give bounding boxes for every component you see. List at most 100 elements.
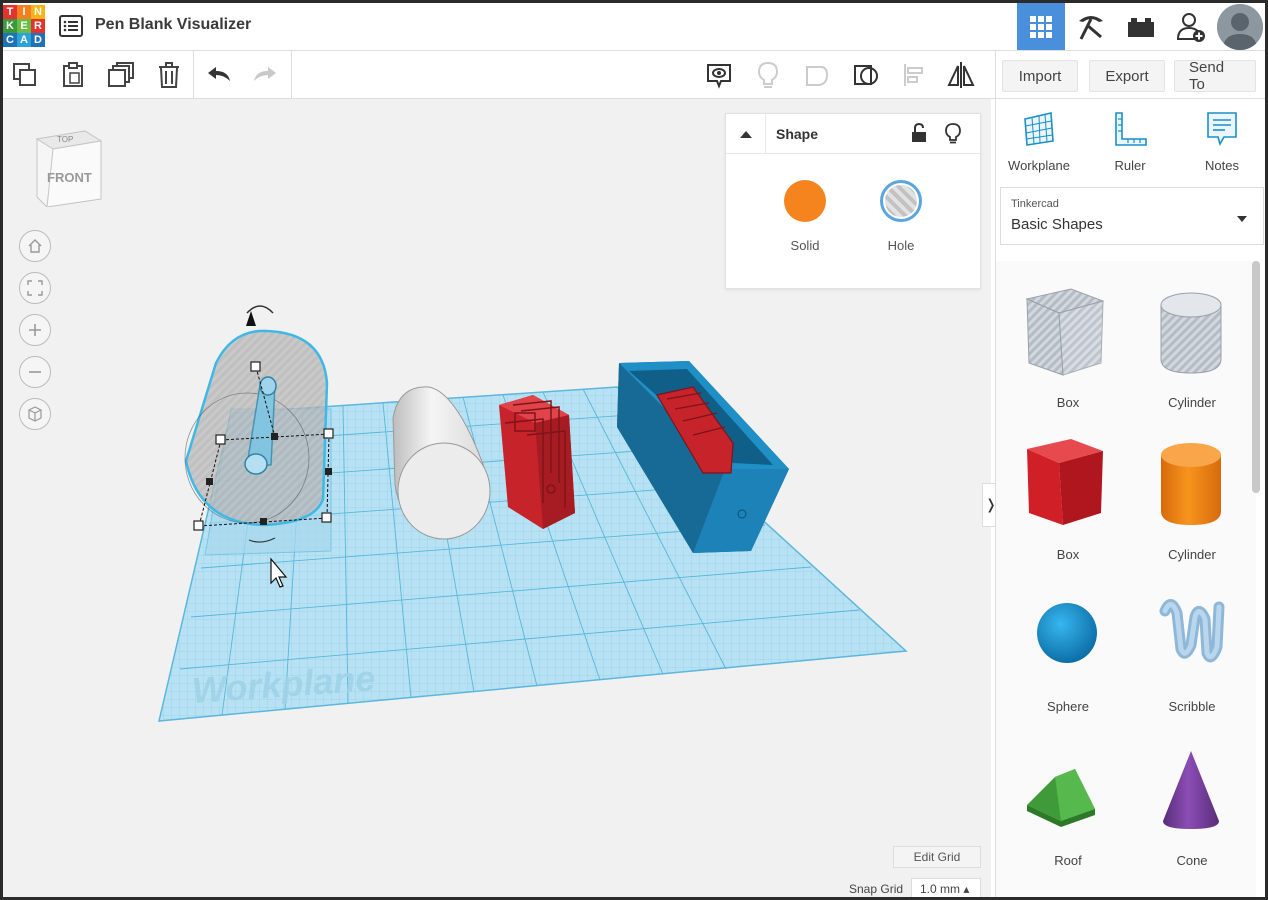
send-to-button[interactable]: Send To	[1174, 59, 1256, 93]
inspector-header: Shape	[726, 114, 980, 154]
paste-icon[interactable]	[57, 59, 89, 91]
ruler-icon	[1115, 112, 1147, 146]
shape-cylinder[interactable]: Cylinder	[1137, 431, 1247, 571]
panel-scrollbar[interactable]	[1252, 261, 1260, 493]
delete-icon[interactable]	[153, 59, 185, 91]
home-view-button[interactable]	[19, 230, 51, 262]
top-bar: T I N K E R C A D Pen Blank Visualizer	[3, 3, 1265, 51]
hole-swatch[interactable]	[880, 180, 922, 222]
edit-grid-button[interactable]: Edit Grid	[893, 846, 981, 868]
shape-label: Scribble	[1168, 699, 1216, 714]
fit-view-button[interactable]	[19, 272, 51, 304]
shapes-grid: Box Cylinder Box Cylinder Sphere Scribbl…	[996, 261, 1256, 897]
projection-button[interactable]	[19, 398, 51, 430]
add-user-icon[interactable]	[1167, 3, 1215, 50]
notes-label: Notes	[1205, 158, 1239, 173]
shape-library-select[interactable]: Tinkercad Basic Shapes	[1000, 187, 1264, 245]
edit-toolbar: Import Export Send To	[3, 51, 1265, 99]
cube-icon	[28, 406, 42, 422]
hole-option[interactable]: Hole	[866, 180, 936, 253]
library-name: Basic Shapes	[1011, 216, 1103, 233]
view-cube[interactable]: TOP FRONT	[33, 127, 105, 212]
redo-icon	[249, 59, 281, 91]
shape-cylinder-hole[interactable]: Cylinder	[1137, 279, 1247, 419]
notes-tool[interactable]: Notes	[1182, 111, 1262, 173]
inspector-title: Shape	[776, 126, 819, 142]
notes-icon	[1207, 112, 1237, 147]
design-list-icon[interactable]	[59, 15, 83, 37]
import-button[interactable]: Import	[1002, 60, 1078, 92]
workplane-label: Workplane	[1008, 158, 1070, 173]
hole-label: Hole	[887, 238, 915, 253]
chevron-up-icon	[739, 131, 752, 138]
library-provider: Tinkercad	[1011, 198, 1059, 210]
box-hole-icon	[1025, 288, 1105, 376]
cone-icon	[1163, 751, 1219, 829]
plus-icon	[29, 324, 41, 336]
shape-label: Cone	[1176, 853, 1208, 868]
shape-label: Cylinder	[1168, 547, 1216, 562]
shape-label: Box	[1056, 395, 1080, 410]
undo-icon[interactable]	[203, 59, 235, 91]
mirror-icon[interactable]	[945, 59, 977, 91]
logo-letter: E	[17, 19, 31, 33]
shape-inspector: Shape Solid Hole	[725, 113, 981, 289]
shapes-panel: Workplane Ruler Notes Tinkercad Basic Sh…	[995, 99, 1265, 897]
shape-box[interactable]: Box	[1013, 431, 1123, 571]
lightbulb-icon	[752, 59, 784, 91]
shape-scribble[interactable]: Scribble	[1137, 583, 1247, 723]
group-icon	[801, 59, 833, 91]
solid-option[interactable]: Solid	[770, 180, 840, 253]
scribble-icon	[1159, 599, 1225, 663]
ruler-tool[interactable]: Ruler	[1090, 111, 1170, 173]
ungroup-icon[interactable]	[850, 59, 882, 91]
snap-grid-label: Snap Grid	[849, 882, 904, 896]
logo-letter: T	[3, 5, 17, 19]
pickaxe-icon[interactable]	[1067, 3, 1115, 50]
solid-swatch[interactable]	[784, 180, 826, 222]
logo-letter: R	[31, 19, 45, 33]
bricks-icon[interactable]	[1117, 3, 1165, 50]
view-cube-front-label: FRONT	[47, 170, 92, 185]
grid-view-icon[interactable]	[1017, 3, 1065, 50]
sphere-icon	[1037, 603, 1097, 663]
minus-icon	[29, 371, 41, 373]
shape-box-hole[interactable]: Box	[1013, 279, 1123, 419]
workplane-tool[interactable]: Workplane	[999, 111, 1079, 173]
logo-letter: A	[17, 33, 31, 47]
notes-toggle-icon[interactable]	[703, 59, 735, 91]
ruler-label: Ruler	[1114, 158, 1146, 173]
logo-letter: I	[17, 5, 31, 19]
home-icon	[28, 239, 42, 253]
align-icon	[899, 59, 931, 91]
collapse-button[interactable]	[726, 114, 766, 154]
roof-icon	[1027, 769, 1095, 827]
solid-label: Solid	[790, 238, 820, 253]
cylinder-icon	[1161, 443, 1221, 525]
avatar[interactable]	[1217, 4, 1263, 50]
snap-grid-select[interactable]: 1.0 mm ▴	[911, 878, 981, 897]
cylinder-hole-icon	[1160, 292, 1222, 374]
shape-sphere[interactable]: Sphere	[1013, 583, 1123, 723]
fit-view-icon	[27, 280, 43, 296]
lock-icon[interactable]	[910, 122, 928, 149]
copy-icon[interactable]	[9, 59, 41, 91]
shape-cone[interactable]: Cone	[1137, 737, 1247, 877]
shape-label: Roof	[1054, 853, 1082, 868]
shape-roof[interactable]: Roof	[1013, 737, 1123, 877]
logo-letter: D	[31, 33, 45, 47]
duplicate-icon[interactable]	[105, 59, 137, 91]
shape-label: Cylinder	[1168, 395, 1216, 410]
chevron-down-icon	[1237, 216, 1247, 222]
tinkercad-logo[interactable]: T I N K E R C A D	[3, 5, 45, 47]
shape-label: Box	[1056, 547, 1080, 562]
document-title[interactable]: Pen Blank Visualizer	[95, 16, 251, 34]
shape-label: Sphere	[1047, 699, 1089, 714]
logo-letter: N	[31, 5, 45, 19]
lightbulb-icon[interactable]	[944, 122, 962, 149]
zoom-out-button[interactable]	[19, 356, 51, 388]
logo-letter: C	[3, 33, 17, 47]
view-cube-top-label: TOP	[57, 135, 73, 144]
export-button[interactable]: Export	[1089, 60, 1165, 92]
zoom-in-button[interactable]	[19, 314, 51, 346]
